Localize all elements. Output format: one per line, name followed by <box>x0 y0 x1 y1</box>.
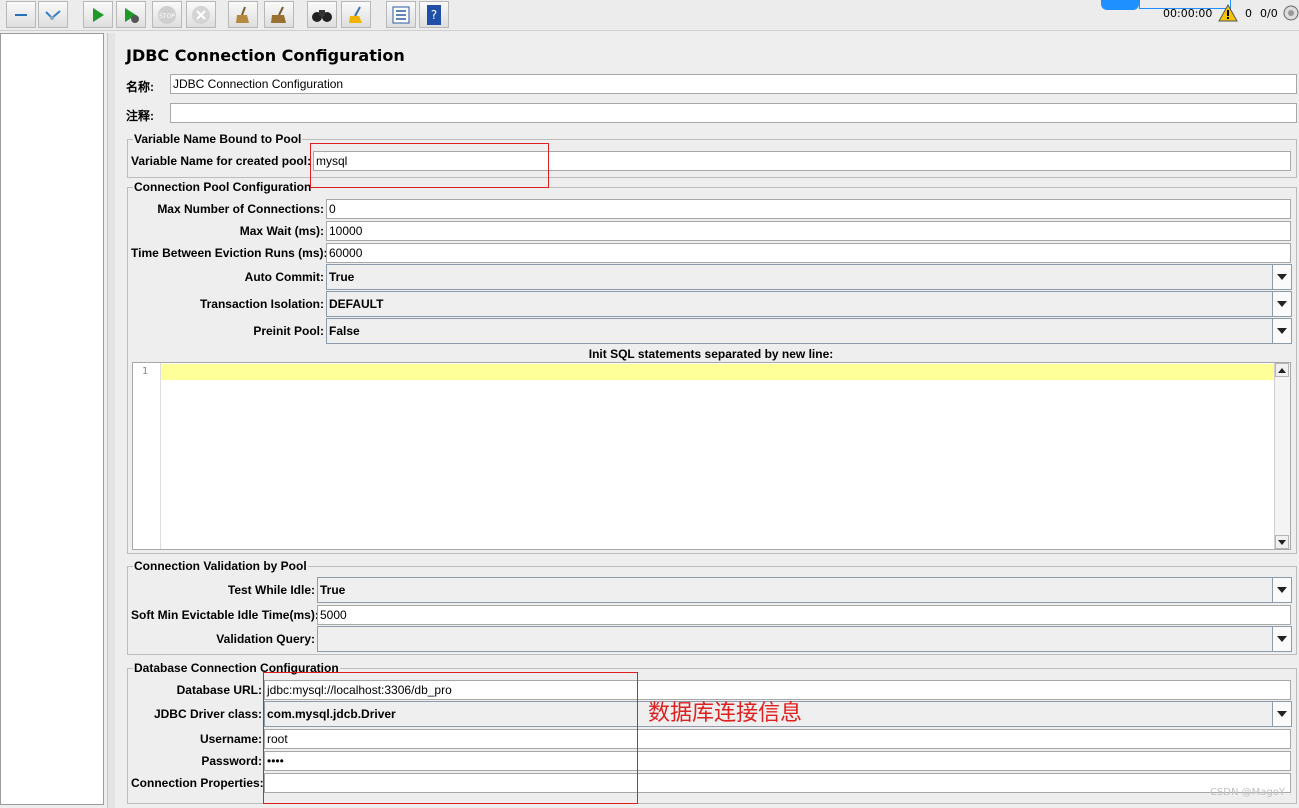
soft-min-label: Soft Min Evictable Idle Time(ms): <box>131 608 319 622</box>
warning-count: 0 <box>1245 7 1252 20</box>
help-button[interactable]: ? <box>419 1 449 28</box>
line-gutter: 1 <box>133 363 161 549</box>
chevron-down-icon[interactable] <box>1272 578 1291 602</box>
chevron-down-icon[interactable] <box>1272 319 1291 343</box>
isolation-value: DEFAULT <box>329 297 384 311</box>
soft-min-field[interactable]: 5000 <box>317 605 1291 625</box>
start-no-pause-button[interactable] <box>116 1 146 28</box>
scroll-down-button[interactable] <box>1275 535 1289 549</box>
watermark: CSDN @MagoY <box>1209 787 1285 798</box>
help-book-icon: ? <box>427 4 441 25</box>
preinit-label: Preinit Pool: <box>253 324 324 338</box>
shutdown-icon <box>192 5 210 24</box>
password-label: Password: <box>201 754 262 768</box>
test-idle-select[interactable]: True <box>317 577 1292 603</box>
annotation-box-database <box>263 672 638 804</box>
line-number: 1 <box>142 366 149 377</box>
toggle-icon <box>45 9 61 20</box>
collapse-button[interactable] <box>6 1 36 28</box>
comment-label: 注释: <box>126 109 154 123</box>
database-url-label: Database URL: <box>176 683 262 697</box>
start-button[interactable] <box>83 1 113 28</box>
isolation-label: Transaction Isolation: <box>199 297 324 311</box>
binoculars-icon <box>312 9 332 22</box>
editor-scrollbar[interactable] <box>1274 363 1290 549</box>
test-idle-value: True <box>320 583 346 597</box>
validation-query-label: Validation Query: <box>216 632 315 646</box>
preinit-value: False <box>329 324 360 338</box>
max-wait-label: Max Wait (ms): <box>239 224 324 238</box>
thread-count: 0/0 <box>1260 7 1278 20</box>
svg-text:?: ? <box>431 8 437 22</box>
page-title: JDBC Connection Configuration <box>126 46 405 65</box>
connection-properties-label: Connection Properties: <box>131 776 264 790</box>
play-no-pause-icon <box>125 7 139 23</box>
name-field[interactable]: JDBC Connection Configuration <box>170 74 1297 94</box>
validation-query-select[interactable] <box>317 626 1292 652</box>
toggle-button[interactable] <box>38 1 68 28</box>
current-line-highlight <box>161 364 1275 380</box>
chevron-down-icon[interactable] <box>1272 702 1291 726</box>
auto-commit-select[interactable]: True <box>326 264 1292 290</box>
function-helper-button[interactable] <box>386 1 416 28</box>
init-sql-editor[interactable]: 1 <box>132 362 1291 550</box>
comment-field[interactable] <box>170 103 1297 123</box>
clear-button[interactable] <box>228 1 258 28</box>
broom-all-icon <box>271 6 286 23</box>
pool-group-title: Connection Pool Configuration <box>133 180 313 194</box>
reset-search-icon <box>349 6 362 23</box>
shutdown-button[interactable] <box>186 1 216 28</box>
stop-icon: STOP <box>158 5 176 24</box>
collapse-icon <box>15 13 27 16</box>
annotation-note: 数据库连接信息 <box>648 701 803 726</box>
max-connections-label: Max Number of Connections: <box>157 202 324 216</box>
svg-text:STOP: STOP <box>159 13 175 20</box>
arrow-up-icon <box>1278 367 1286 373</box>
max-wait-field[interactable]: 10000 <box>326 221 1291 241</box>
status-indicator <box>1101 0 1139 10</box>
search-button[interactable] <box>307 1 337 28</box>
toolbar: STOP ? 00:00:00 0 0/0 <box>0 0 1299 31</box>
max-connections-field[interactable]: 0 <box>326 199 1291 219</box>
warning-icon[interactable] <box>1218 4 1238 22</box>
clear-all-button[interactable] <box>264 1 294 28</box>
test-idle-label: Test While Idle: <box>227 583 315 597</box>
init-sql-label: Init SQL statements separated by new lin… <box>588 347 834 361</box>
auto-commit-value: True <box>329 270 355 284</box>
isolation-select[interactable]: DEFAULT <box>326 291 1292 317</box>
chevron-down-icon[interactable] <box>1272 627 1291 651</box>
test-plan-tree[interactable] <box>0 33 104 805</box>
list-icon <box>392 6 410 23</box>
stop-button[interactable]: STOP <box>152 1 182 28</box>
chevron-down-icon[interactable] <box>1272 265 1291 289</box>
username-label: Username: <box>199 732 262 746</box>
scroll-up-button[interactable] <box>1275 363 1289 377</box>
variable-name-label: Variable Name for created pool: <box>131 154 312 168</box>
eviction-label: Time Between Eviction Runs (ms): <box>131 246 328 260</box>
arrow-down-icon <box>1278 539 1286 545</box>
auto-commit-label: Auto Commit: <box>244 270 324 284</box>
elapsed-time: 00:00:00 <box>1163 7 1213 20</box>
chevron-down-icon[interactable] <box>1272 292 1291 316</box>
driver-class-label: JDBC Driver class: <box>153 707 262 721</box>
annotation-box-variable <box>310 143 549 188</box>
remote-engines-icon[interactable] <box>1283 4 1299 22</box>
variable-group-title: Variable Name Bound to Pool <box>133 132 303 146</box>
play-icon <box>93 7 104 22</box>
reset-search-button[interactable] <box>341 1 371 28</box>
broom-icon <box>236 6 249 23</box>
preinit-select[interactable]: False <box>326 318 1292 344</box>
pane-splitter[interactable] <box>107 33 115 808</box>
validation-group-title: Connection Validation by Pool <box>133 559 308 573</box>
eviction-field[interactable]: 60000 <box>326 243 1291 263</box>
name-label: 名称: <box>126 80 154 94</box>
